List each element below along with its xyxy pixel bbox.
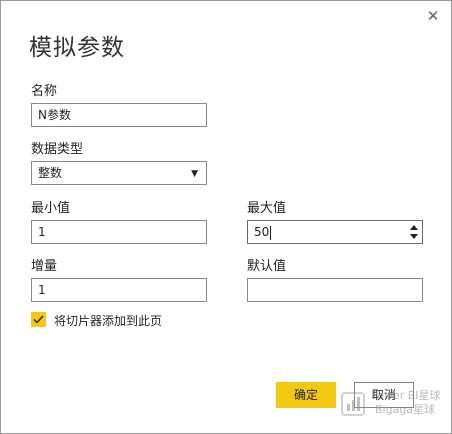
name-input[interactable]: N参数 — [31, 103, 207, 127]
increment-label: 增量 — [31, 259, 58, 274]
default-label: 默认值 — [247, 259, 287, 274]
ok-button[interactable]: 确定 — [276, 382, 336, 408]
datatype-dropdown[interactable]: 整数 ▼ — [31, 161, 207, 185]
text-caret — [270, 225, 272, 240]
dialog-title: 模拟参数 — [29, 35, 125, 61]
add-slicer-label[interactable]: 将切片器添加到此页 — [54, 312, 162, 329]
max-input[interactable]: 50 — [247, 220, 423, 244]
add-slicer-checkbox[interactable] — [31, 312, 46, 327]
max-label: 最大值 — [247, 201, 287, 216]
watermark-logo-icon — [341, 392, 365, 416]
name-label: 名称 — [31, 84, 58, 99]
checkmark-icon — [33, 315, 44, 324]
watermark-line2: Bigaga星球 — [375, 403, 436, 416]
min-label: 最小值 — [31, 201, 71, 216]
spinner-icon[interactable] — [410, 225, 418, 239]
datatype-label: 数据类型 — [31, 142, 84, 157]
chevron-down-icon: ▼ — [191, 169, 198, 179]
close-icon[interactable]: ✕ — [424, 7, 442, 25]
watermark: Power BI星球 Bigaga星球 — [341, 386, 449, 426]
increment-input[interactable]: 1 — [31, 278, 207, 302]
min-input[interactable]: 1 — [31, 220, 207, 244]
modal-dialog: ✕ 模拟参数 名称 N参数 数据类型 整数 ▼ 最小值 1 最大值 50 增量 … — [0, 0, 452, 434]
max-value-text: 50 — [254, 225, 270, 239]
watermark-line1: Power BI星球 — [371, 389, 441, 402]
default-input[interactable] — [247, 278, 423, 302]
datatype-selected-value: 整数 — [38, 166, 63, 180]
